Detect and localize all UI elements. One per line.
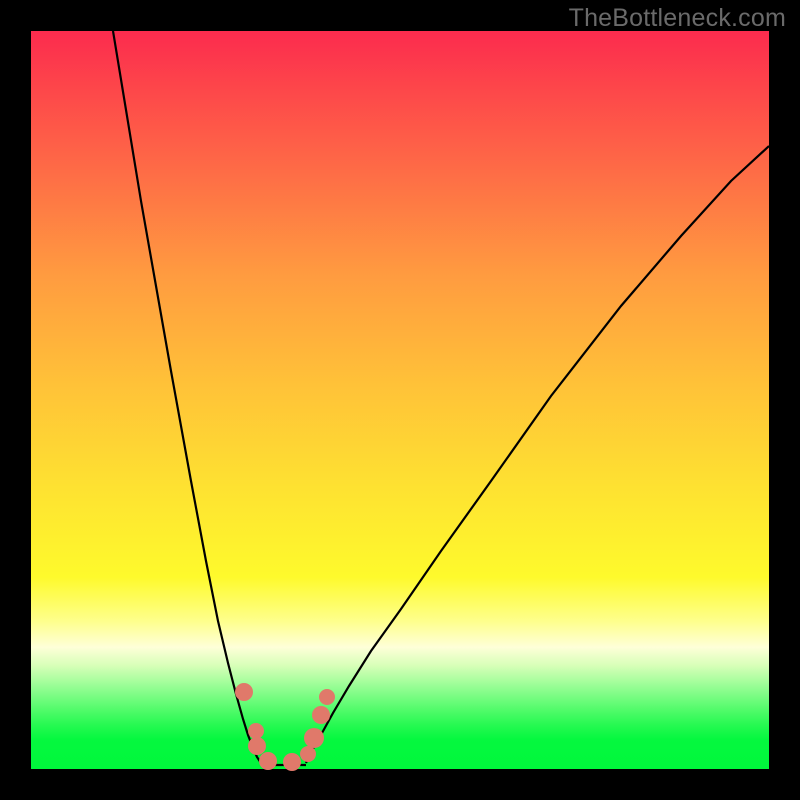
bottleneck-curve [31,31,769,769]
curve-left-branch [113,31,261,763]
data-marker [283,753,301,771]
data-marker [304,728,324,748]
data-marker [235,683,253,701]
data-marker [312,706,330,724]
plot-area [31,31,769,769]
outer-frame: TheBottleneck.com [0,0,800,800]
data-marker [300,746,316,762]
data-marker [259,752,277,770]
watermark-text: TheBottleneck.com [569,4,786,33]
curve-right-branch [306,146,769,763]
data-marker [319,689,335,705]
